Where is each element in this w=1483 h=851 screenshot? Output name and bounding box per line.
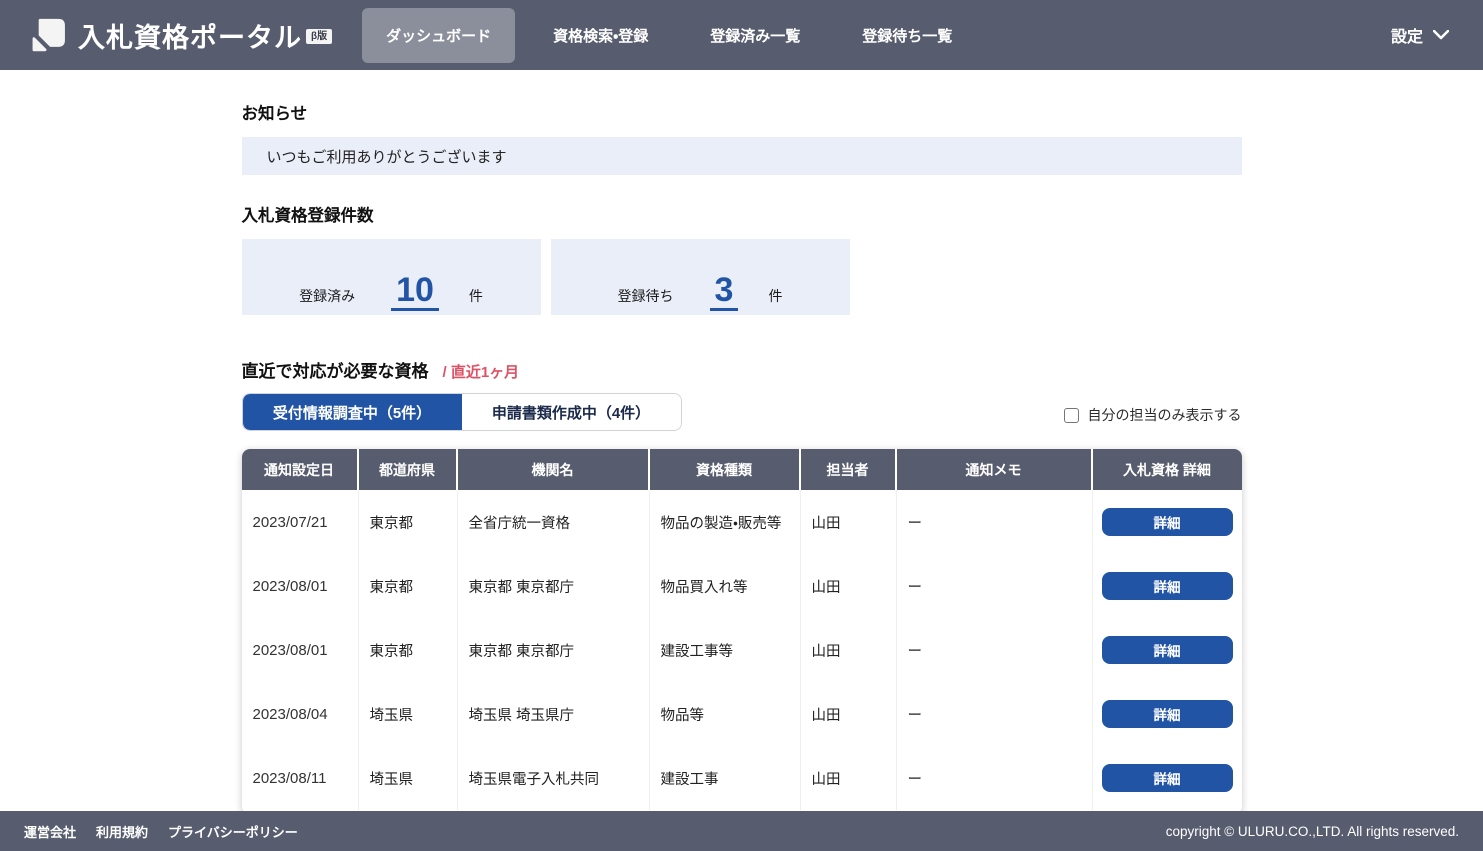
column-header-assignee: 担当者 [801, 449, 897, 490]
cell-organization: 埼玉県 埼玉県庁 [458, 682, 650, 746]
cell-qualification-type: 建設工事 [650, 746, 801, 810]
top-navigation-bar: 入札資格ポータル β版 ダッシュボード 資格検索・登録 登録済み一覧 登録待ち一… [0, 0, 1483, 70]
waiting-count-label: 登録待ち [617, 288, 674, 304]
qualifications-table: 通知設定日 都道府県 機関名 資格種類 担当者 通知メモ 入札資格 詳細 202… [241, 449, 1242, 811]
cell-prefecture: 東京都 [359, 618, 458, 682]
column-header-organization: 機関名 [458, 449, 650, 490]
cell-detail: 詳細 [1093, 746, 1242, 810]
footer-link-terms[interactable]: 利用規約 [96, 822, 148, 841]
registered-count-link[interactable]: 10 [391, 273, 439, 311]
detail-button[interactable]: 詳細 [1101, 636, 1233, 664]
period-note: / 直近1ヶ月 [442, 364, 520, 381]
column-header-notify-date: 通知設定日 [242, 449, 359, 490]
cell-detail: 詳細 [1093, 618, 1242, 682]
counts-heading: 入札資格登録件数 [241, 207, 374, 225]
cell-notify-date: 2023/08/01 [242, 618, 359, 682]
app-title: 入札資格ポータル [78, 22, 302, 53]
cell-assignee: 山田 [801, 490, 897, 554]
table-row: 2023/08/01 東京都 東京都 東京都庁 建設工事等 山田 ー 詳細 [241, 618, 1242, 682]
column-header-qualification-type: 資格種類 [650, 449, 801, 490]
recent-section-header: 直近で対応が必要な資格 / 直近1ヶ月 [242, 357, 1242, 382]
cell-prefecture: 埼玉県 [359, 746, 458, 810]
count-cards: 登録済み 10 件 登録待ち 3 件 [241, 239, 1242, 315]
recent-heading: 直近で対応が必要な資格 [241, 362, 429, 381]
cell-assignee: 山田 [801, 682, 897, 746]
beta-badge: β版 [306, 28, 333, 44]
detail-button[interactable]: 詳細 [1101, 572, 1233, 600]
cell-notify-date: 2023/08/11 [242, 746, 359, 810]
tabs-row: 受付情報調査中（5件） 申請書類作成中（4件） 自分の担当のみ表示する [241, 393, 1242, 431]
cell-notify-memo: ー [897, 554, 1093, 618]
footer-link-company[interactable]: 運営会社 [24, 822, 76, 841]
cell-notify-memo: ー [897, 490, 1093, 554]
column-header-prefecture: 都道府県 [359, 449, 458, 490]
cell-notify-date: 2023/08/04 [242, 682, 359, 746]
waiting-count-link[interactable]: 3 [709, 273, 739, 311]
my-assignments-checkbox[interactable] [1063, 407, 1079, 423]
cell-organization: 全省庁統一資格 [458, 490, 650, 554]
registered-count-unit: 件 [468, 288, 483, 304]
page: 入札資格ポータル β版 ダッシュボード 資格検索・登録 登録済み一覧 登録待ち一… [0, 0, 1483, 851]
table-row: 2023/08/11 埼玉県 埼玉県電子入札共同 建設工事 山田 ー 詳細 [241, 746, 1242, 810]
cell-prefecture: 東京都 [359, 490, 458, 554]
cell-organization: 東京都 東京都庁 [458, 618, 650, 682]
cell-detail: 詳細 [1093, 490, 1242, 554]
settings-menu[interactable]: 設定 [1391, 23, 1483, 47]
registered-count-label: 登録済み [299, 288, 356, 304]
nav-item-registered-list[interactable]: 登録済み一覧 [686, 8, 824, 63]
my-assignments-label: 自分の担当のみ表示する [1087, 407, 1242, 423]
chevron-down-icon [1433, 30, 1449, 40]
detail-button[interactable]: 詳細 [1101, 700, 1233, 728]
table-row: 2023/07/21 東京都 全省庁統一資格 物品の製造・販売等 山田 ー 詳細 [241, 490, 1242, 554]
tab-document-creation[interactable]: 申請書類作成中（4件） [461, 394, 681, 430]
nav-item-qualification-search[interactable]: 資格検索・登録 [529, 8, 672, 63]
logo[interactable]: 入札資格ポータル β版 [0, 14, 346, 56]
cell-prefecture: 東京都 [359, 554, 458, 618]
cell-assignee: 山田 [801, 746, 897, 810]
logo-icon [32, 18, 65, 52]
cell-detail: 詳細 [1093, 682, 1242, 746]
cell-qualification-type: 物品の製造・販売等 [650, 490, 801, 554]
main-content: お知らせ いつもご利用ありがとうございます 入札資格登録件数 登録済み 10 件… [0, 70, 1483, 811]
cell-assignee: 山田 [801, 618, 897, 682]
status-tabs: 受付情報調査中（5件） 申請書類作成中（4件） [241, 393, 682, 431]
nav-item-dashboard[interactable]: ダッシュボード [362, 7, 516, 63]
cell-organization: 埼玉県電子入札共同 [458, 746, 650, 810]
cell-assignee: 山田 [801, 554, 897, 618]
nav-item-waiting-list[interactable]: 登録待ち一覧 [838, 8, 976, 63]
column-header-detail: 入札資格 詳細 [1123, 461, 1211, 478]
main-nav: ダッシュボード 資格検索・登録 登録済み一覧 登録待ち一覧 [362, 0, 990, 70]
tab-reception-survey[interactable]: 受付情報調査中（5件） [242, 394, 462, 430]
notice-heading: お知らせ [241, 105, 308, 123]
cell-qualification-type: 建設工事等 [650, 618, 801, 682]
waiting-count-unit: 件 [768, 288, 783, 304]
cell-qualification-type: 物品買入れ等 [650, 554, 801, 618]
cell-notify-memo: ー [897, 618, 1093, 682]
copyright-text: copyright © ULURU.CO.,LTD. All rights re… [1165, 823, 1459, 839]
cell-notify-date: 2023/08/01 [242, 554, 359, 618]
footer-links: 運営会社 利用規約 プライバシーポリシー [24, 822, 298, 841]
table-header-row: 通知設定日 都道府県 機関名 資格種類 担当者 通知メモ 入札資格 詳細 [241, 449, 1242, 490]
cell-qualification-type: 物品等 [650, 682, 801, 746]
notice-banner: いつもご利用ありがとうございます [241, 137, 1242, 175]
table-row: 2023/08/01 東京都 東京都 東京都庁 物品買入れ等 山田 ー 詳細 [241, 554, 1242, 618]
detail-button[interactable]: 詳細 [1101, 764, 1233, 792]
table-row: 2023/08/04 埼玉県 埼玉県 埼玉県庁 物品等 山田 ー 詳細 [241, 682, 1242, 746]
footer-link-privacy-policy[interactable]: プライバシーポリシー [168, 822, 298, 841]
footer: 運営会社 利用規約 プライバシーポリシー copyright © ULURU.C… [0, 811, 1483, 851]
column-header-notify-memo: 通知メモ [897, 449, 1093, 490]
cell-notify-date: 2023/07/21 [242, 490, 359, 554]
cell-notify-memo: ー [897, 746, 1093, 810]
settings-label: 設定 [1390, 29, 1423, 46]
my-assignments-filter[interactable]: 自分の担当のみ表示する [1063, 405, 1242, 425]
cell-detail: 詳細 [1093, 554, 1242, 618]
detail-button[interactable]: 詳細 [1101, 508, 1233, 536]
cell-organization: 東京都 東京都庁 [458, 554, 650, 618]
waiting-count-card: 登録待ち 3 件 [550, 239, 850, 315]
registered-count-card: 登録済み 10 件 [241, 239, 541, 315]
cell-notify-memo: ー [897, 682, 1093, 746]
cell-prefecture: 埼玉県 [359, 682, 458, 746]
notice-message: いつもご利用ありがとうございます [266, 148, 507, 166]
